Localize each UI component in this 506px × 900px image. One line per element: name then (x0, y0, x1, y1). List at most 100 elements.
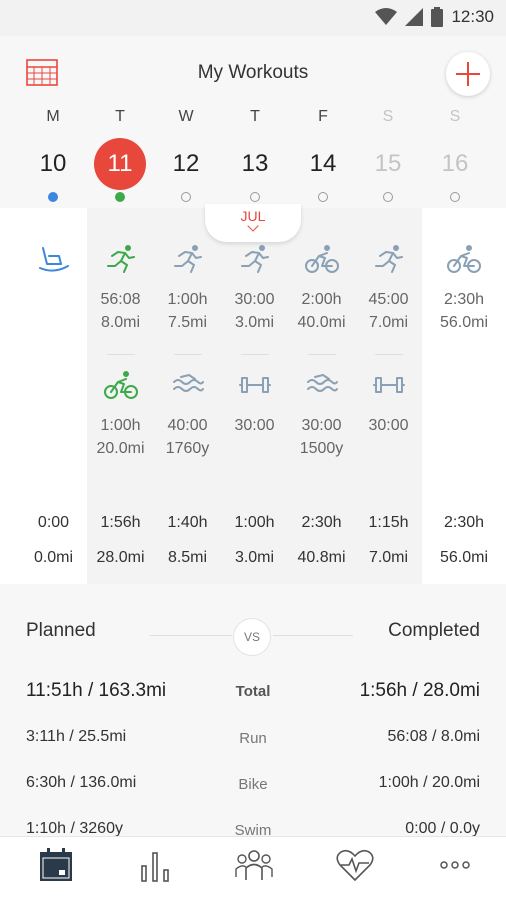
day-total-distance: 28.0mi (96, 549, 145, 566)
workout-time: 30:00 (234, 417, 275, 434)
workout-distance: 1500y (299, 440, 344, 457)
day-status-dot (250, 192, 260, 202)
day-total-time: 1:56h (100, 514, 141, 531)
workout-stats[interactable]: 30:00 3.0mi (221, 288, 288, 334)
workout-separator (106, 354, 135, 355)
workout-time: 45:00 (368, 291, 409, 308)
swim-icon (171, 370, 205, 400)
workout-stats[interactable]: 30:00 (221, 414, 288, 437)
day-total-time: 1:40h (167, 514, 208, 531)
strength-icon (372, 370, 406, 400)
status-bar: 12:30 (0, 0, 506, 36)
day-number: 16 (441, 150, 469, 177)
day-number: 12 (172, 150, 200, 177)
workout-stats[interactable]: 45:00 7.0mi (355, 288, 422, 334)
day-column-0[interactable]: 0:00 0.0mi (0, 208, 87, 584)
completed-value: 1:56h / 28.0mi (359, 680, 480, 701)
workout-time: 1:00h (100, 417, 141, 434)
day-number: 13 (241, 150, 269, 177)
nav-health[interactable] (325, 847, 385, 891)
rest-icon (37, 244, 71, 274)
day-of-week: T (115, 108, 125, 125)
status-icons: 12:30 (375, 7, 494, 27)
day-1[interactable]: T 11 (87, 108, 153, 202)
summary-row-bike: 6:30h / 136.0mi Bike 1:00h / 20.0mi (0, 774, 506, 804)
nav-stats[interactable] (125, 847, 185, 891)
day-of-week: T (250, 108, 260, 125)
day-total-time: 2:30h (443, 514, 485, 531)
summary-row-swim: 1:10h / 3260y Swim 0:00 / 0.0y (0, 820, 506, 836)
day-column-6[interactable]: 2:30h 56.0mi 2:30h 56.0mi (422, 208, 506, 584)
workout-distance: 20.0mi (96, 440, 145, 457)
day-total-distance: 7.0mi (368, 549, 409, 566)
day-of-week: W (178, 108, 194, 125)
workout-distance: 7.0mi (368, 314, 409, 331)
heart-rate-icon (336, 849, 374, 882)
calendar-icon (40, 848, 72, 881)
sport-label: Bike (238, 776, 268, 793)
day-5[interactable]: S 15 (355, 108, 421, 202)
workout-stats[interactable]: 30:00 (355, 414, 422, 437)
workout-time: 40:00 (167, 417, 208, 434)
battery-icon (431, 7, 444, 27)
planned-heading: Planned (26, 620, 96, 641)
day-status-dot (48, 192, 58, 202)
day-column-3[interactable]: 30:00 3.0mi 30:00 1:00h 3.0mi (221, 208, 288, 584)
workout-stats[interactable]: 2:00h 40.0mi (288, 288, 355, 334)
day-column-5[interactable]: 45:00 7.0mi 30:00 1:15h 7.0mi (355, 208, 422, 584)
day-total-distance: 0.0mi (33, 549, 74, 566)
run-icon (372, 244, 406, 274)
workout-time: 2:00h (301, 291, 342, 308)
completed-value: 0:00 / 0.0y (405, 820, 480, 836)
nav-more[interactable] (425, 847, 485, 891)
workout-stats[interactable]: 2:30h 56.0mi (422, 288, 506, 334)
workout-stats[interactable]: 40:00 1760y (154, 414, 221, 460)
summary-row-total: 11:51h / 163.3mi Total 1:56h / 28.0mi (0, 680, 506, 710)
day-column-2[interactable]: 1:00h 7.5mi 40:00 1760y 1:40h 8.5mi (154, 208, 221, 584)
workout-distance: 3.0mi (234, 314, 275, 331)
workout-time: 30:00 (368, 417, 409, 434)
workout-distance: 40.0mi (297, 314, 346, 331)
vs-divider-left (150, 635, 232, 636)
run-icon (104, 244, 138, 274)
workout-separator (173, 354, 202, 355)
day-column-1[interactable]: 56:08 8.0mi 1:00h 20.0mi 1:56h 28.0mi (87, 208, 154, 584)
day-2[interactable]: W 12 (153, 108, 219, 202)
day-total-time: 0:00 (37, 514, 70, 531)
day-column-4[interactable]: 2:00h 40.0mi 30:00 1500y 2:30h 40.8mi (288, 208, 355, 584)
planned-value: 6:30h / 136.0mi (26, 774, 137, 791)
stats-icon (141, 852, 169, 882)
day-0[interactable]: M 10 (20, 108, 86, 202)
sport-label: Swim (234, 822, 272, 836)
planned-value: 3:11h / 25.5mi (26, 728, 127, 745)
day-of-week: S (449, 108, 461, 125)
add-workout-button[interactable] (446, 52, 490, 96)
day-status-dot (181, 192, 191, 202)
workout-time: 30:00 (234, 291, 275, 308)
workout-stats[interactable]: 1:00h 7.5mi (154, 288, 221, 334)
day-status-dot (115, 192, 125, 202)
planned-value: 1:10h / 3260y (26, 820, 123, 836)
sport-label: Total (235, 683, 271, 700)
workout-stats[interactable]: 1:00h 20.0mi (87, 414, 154, 460)
day-total-distance: 3.0mi (234, 549, 275, 566)
strength-icon (238, 370, 272, 400)
swim-icon (305, 370, 339, 400)
day-number: 11 (94, 138, 146, 190)
status-time: 12:30 (451, 7, 494, 26)
day-of-week: S (382, 108, 394, 125)
run-icon (171, 244, 205, 274)
bottom-navigation (0, 836, 506, 900)
day-status-dot (383, 192, 393, 202)
more-icon (440, 861, 470, 869)
page-title: My Workouts (197, 62, 309, 83)
day-3[interactable]: T 13 (222, 108, 288, 202)
month-selector[interactable]: JUL (205, 204, 301, 242)
day-6[interactable]: S 16 (422, 108, 488, 202)
workout-stats[interactable]: 30:00 1500y (288, 414, 355, 460)
workout-time: 56:08 (100, 291, 141, 308)
nav-team[interactable] (224, 847, 284, 891)
nav-calendar[interactable] (26, 847, 86, 891)
workout-stats[interactable]: 56:08 8.0mi (87, 288, 154, 334)
day-4[interactable]: F 14 (290, 108, 356, 202)
